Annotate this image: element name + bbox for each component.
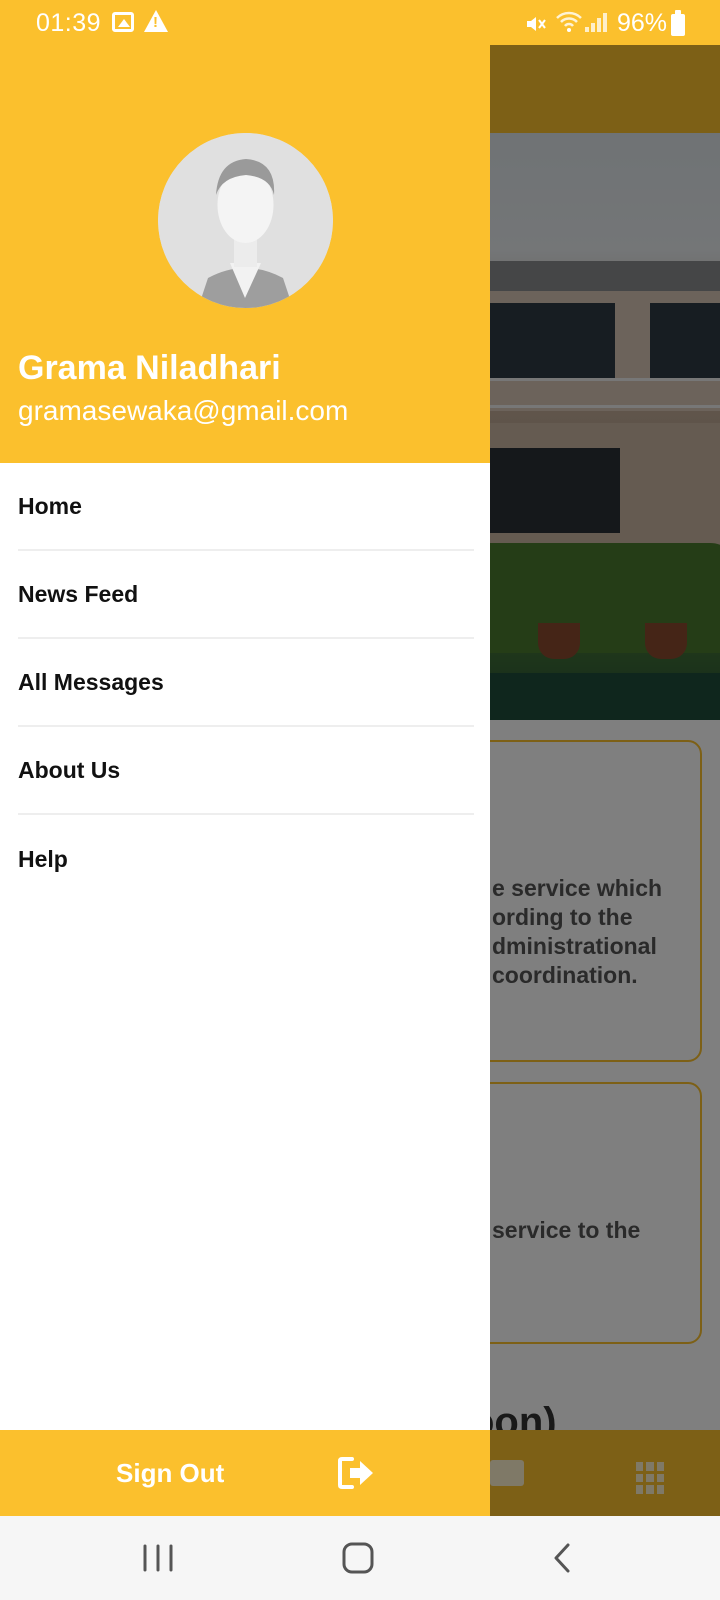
back-button[interactable] [544,1540,584,1576]
warning-icon [144,10,168,32]
wifi-icon [555,10,583,39]
user-name: Grama Niladhari [18,349,281,387]
user-email: gramasewaka@gmail.com [18,395,349,426]
image-icon [112,12,134,32]
avatar[interactable] [158,133,333,308]
system-nav-bar [0,1516,720,1600]
home-button[interactable] [338,1540,378,1576]
status-time: 01:39 [36,9,102,37]
status-bar: 01:39 96% [0,0,720,45]
drawer-menu: Home News Feed All Messages About Us Hel… [0,463,490,903]
battery-icon [671,10,685,36]
navigation-drawer: Grama Niladhari gramasewaka@gmail.com Ho… [0,0,490,1516]
signal-icon [585,12,609,32]
menu-item-news-feed[interactable]: News Feed [18,551,474,639]
mute-icon [524,12,548,42]
menu-item-help[interactable]: Help [18,815,474,903]
battery-percent: 96% [617,9,668,37]
menu-item-about-us[interactable]: About Us [18,727,474,815]
menu-item-home[interactable]: Home [18,463,474,551]
sign-out-label: Sign Out [116,1458,225,1488]
sign-out-button[interactable]: Sign Out [0,1430,490,1516]
menu-item-all-messages[interactable]: All Messages [18,639,474,727]
sign-out-icon [338,1456,376,1490]
drawer-header: Grama Niladhari gramasewaka@gmail.com [0,0,490,463]
recent-apps-button[interactable] [138,1540,178,1576]
